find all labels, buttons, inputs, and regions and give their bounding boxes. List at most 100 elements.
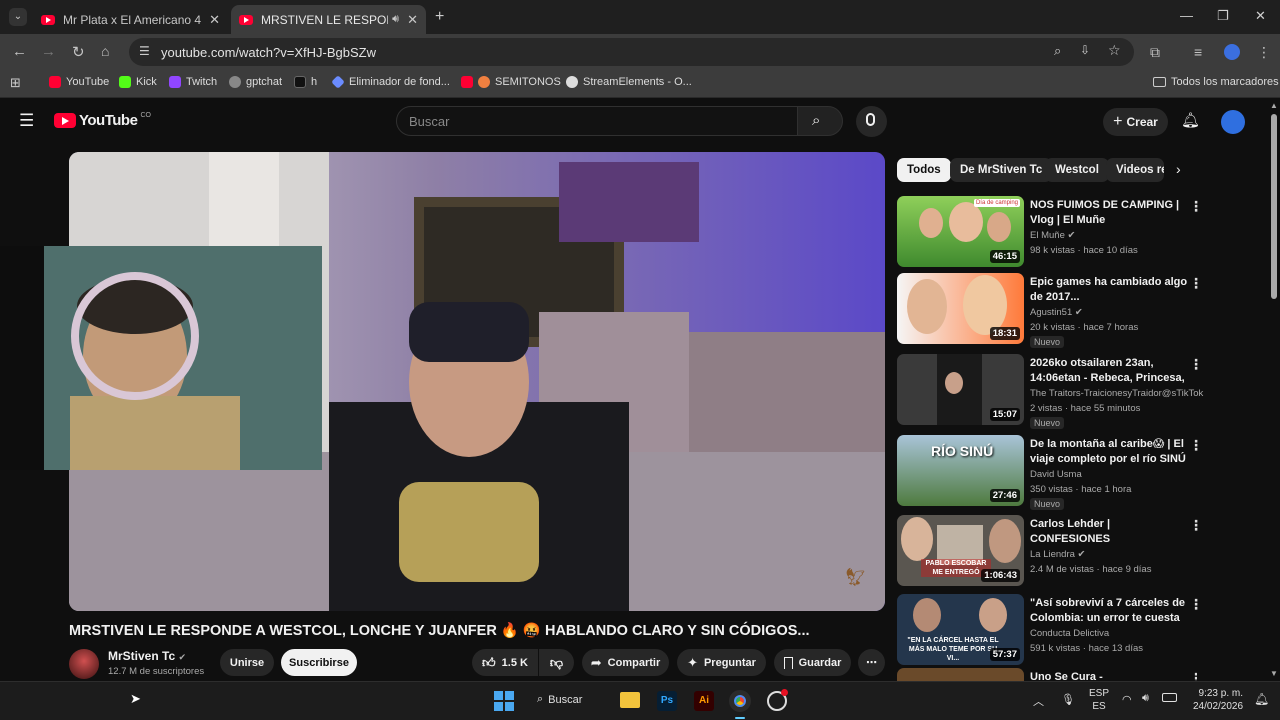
file-explorer-icon[interactable] bbox=[620, 692, 640, 708]
chrome-icon[interactable] bbox=[729, 690, 751, 712]
language-indicator[interactable]: ESP ES bbox=[1089, 687, 1109, 713]
speaker-icon[interactable]: 🔊︎ bbox=[392, 13, 399, 26]
tab-mrstiven[interactable]: MRSTIVEN LE RESPONDE A 🔊︎ ✕ bbox=[231, 5, 426, 34]
share-button[interactable]: ➦ Compartir bbox=[582, 649, 669, 676]
new-tab-button[interactable]: + bbox=[435, 8, 444, 26]
chevron-right-icon[interactable]: › bbox=[1176, 161, 1181, 177]
close-tab-icon[interactable]: ✕ bbox=[209, 12, 220, 28]
recommendation-channel[interactable]: El Muñe ✔︎ bbox=[1030, 230, 1075, 241]
recommendation-channel[interactable]: The Traitors-TraicionesyTraidor@sTikTok bbox=[1030, 388, 1203, 399]
video-thumbnail[interactable] bbox=[897, 668, 1024, 681]
close-window-icon[interactable]: ✕ bbox=[1255, 8, 1266, 24]
taskbar-search[interactable]: ⌕ Buscar bbox=[537, 693, 582, 706]
youtube-logo[interactable]: YouTube CO bbox=[54, 112, 151, 129]
more-actions-icon[interactable]: ⋮ bbox=[1189, 596, 1203, 613]
search-button[interactable]: ⌕ bbox=[797, 106, 843, 136]
chip-videos-relacionados[interactable]: Videos re bbox=[1106, 158, 1164, 182]
media-control-icon[interactable]: ≡ bbox=[1194, 44, 1202, 60]
dislike-button[interactable]: 👎︎ bbox=[539, 649, 574, 676]
recommendation-title[interactable]: De la montaña al caribe😱 | El viaje comp… bbox=[1030, 437, 1190, 466]
recommendation-channel[interactable]: Conducta Delictiva bbox=[1030, 628, 1109, 639]
recommendation-item[interactable]: 15:07 2026ko otsailaren 23an, 14:06etan … bbox=[897, 354, 1203, 429]
recommendation-item[interactable]: RÍO SINÚ 27:46 De la montaña al caribe😱 … bbox=[897, 435, 1203, 510]
install-app-icon[interactable]: ⇩ bbox=[1080, 43, 1090, 57]
search-input[interactable]: Buscar bbox=[396, 106, 798, 136]
bookmark-gptchat[interactable]: gptchat bbox=[229, 76, 282, 88]
chip-de-mrstiven[interactable]: De MrStiven Tc bbox=[950, 158, 1053, 182]
clock[interactable]: 9:23 p. m. 24/02/2026 bbox=[1193, 687, 1243, 713]
more-actions-icon[interactable]: ⋮ bbox=[1189, 198, 1203, 215]
recommendation-title[interactable]: NOS FUIMOS DE CAMPING | Vlog | El Muñe bbox=[1030, 198, 1190, 227]
more-actions-icon[interactable]: ⋮ bbox=[1189, 517, 1203, 534]
recommendation-item[interactable]: PABLO ESCOBAR ME ENTREGÓ 1:06:43 Carlos … bbox=[897, 515, 1203, 589]
guide-menu-icon[interactable]: ☰ bbox=[19, 111, 34, 131]
recommendation-title[interactable]: Epic games ha cambiado algo de 2017... bbox=[1030, 275, 1190, 304]
bookmark-streamelements[interactable]: StreamElements - O... bbox=[566, 76, 692, 88]
recommendation-title[interactable]: Uno Se Cura - bbox=[1030, 670, 1190, 681]
bookmark-semitonos[interactable]: SEMITONOS bbox=[461, 76, 561, 88]
recommendation-item[interactable]: "EN LA CÁRCEL HASTA EL MÁS MALO TEME POR… bbox=[897, 594, 1203, 668]
scroll-up-arrow-icon[interactable]: ▲ bbox=[1270, 101, 1278, 110]
address-bar[interactable]: ☰ youtube.com/watch?v=XfHJ-BgbSZw ⌕ ⇩ ☆ bbox=[129, 38, 1134, 66]
recommendation-title[interactable]: "Así sobreviví a 7 cárceles de Colombia:… bbox=[1030, 596, 1190, 625]
channel-name[interactable]: MrStiven Tc ✔︎ bbox=[108, 649, 186, 663]
account-avatar[interactable] bbox=[1221, 110, 1245, 134]
apps-icon[interactable]: ⊞ bbox=[10, 75, 21, 91]
photoshop-icon[interactable]: Ps bbox=[657, 691, 677, 711]
site-info-icon[interactable]: ☰ bbox=[139, 44, 150, 58]
home-icon[interactable]: ⌂ bbox=[101, 43, 109, 59]
video-thumbnail[interactable]: 15:07 bbox=[897, 354, 1024, 425]
join-button[interactable]: Unirse bbox=[220, 649, 274, 676]
bookmark-h[interactable]: h bbox=[294, 76, 317, 88]
extensions-icon[interactable]: ⧉ bbox=[1150, 44, 1160, 61]
reload-icon[interactable]: ↻ bbox=[72, 43, 85, 61]
notifications-bell-icon[interactable]: 🔔︎ bbox=[1181, 111, 1200, 129]
channel-avatar[interactable] bbox=[69, 649, 99, 679]
more-actions-icon[interactable]: ⋮ bbox=[1189, 356, 1203, 373]
scroll-down-arrow-icon[interactable]: ▼ bbox=[1270, 669, 1278, 678]
forward-icon[interactable]: → bbox=[41, 43, 56, 60]
like-button[interactable]: 👍︎ 1.5 K bbox=[472, 649, 538, 676]
recommendation-item[interactable]: Uno Se Cura - ⋮ bbox=[897, 668, 1197, 681]
back-icon[interactable]: ← bbox=[12, 43, 27, 60]
create-button[interactable]: + Crear bbox=[1103, 108, 1168, 136]
video-thumbnail[interactable]: Día de camping 46:15 bbox=[897, 196, 1024, 267]
bookmark-eliminador[interactable]: Eliminador de fond... bbox=[331, 75, 450, 89]
bookmark-twitch[interactable]: Twitch bbox=[169, 76, 217, 88]
recommendation-channel[interactable]: David Usma bbox=[1030, 469, 1082, 480]
recommendation-channel[interactable]: La Liendra ✔︎ bbox=[1030, 549, 1086, 560]
more-actions-icon[interactable]: ⋮ bbox=[1189, 670, 1197, 681]
voice-search-button[interactable] bbox=[856, 106, 887, 137]
zoom-icon[interactable]: ⌕ bbox=[1054, 43, 1061, 59]
microphone-tray-icon[interactable]: 🎙︎ bbox=[1061, 693, 1075, 706]
minimize-icon[interactable]: — bbox=[1180, 8, 1193, 23]
chrome-menu-icon[interactable]: ⋮ bbox=[1257, 44, 1271, 61]
recommendation-title[interactable]: 2026ko otsailaren 23an, 14:06etan - Rebe… bbox=[1030, 356, 1190, 385]
bookmark-youtube[interactable]: YouTube bbox=[49, 76, 109, 88]
tray-chevron-icon[interactable]: ︿ bbox=[1033, 693, 1044, 709]
video-thumbnail[interactable]: RÍO SINÚ 27:46 bbox=[897, 435, 1024, 506]
notifications-icon[interactable]: 🔔︎ bbox=[1254, 692, 1269, 706]
restore-icon[interactable]: ❐ bbox=[1217, 8, 1229, 24]
recommendation-title[interactable]: Carlos Lehder | CONFESIONES bbox=[1030, 517, 1190, 546]
save-button[interactable]: Guardar bbox=[774, 649, 851, 676]
tab-search-button[interactable]: ⌄ bbox=[9, 8, 27, 26]
recommendation-channel[interactable]: Agustin51 ✔︎ bbox=[1030, 307, 1083, 318]
more-actions-button[interactable]: ⋯ bbox=[858, 649, 885, 676]
volume-icon[interactable]: 🔊︎ bbox=[1142, 692, 1149, 705]
bookmark-star-icon[interactable]: ☆ bbox=[1108, 42, 1121, 59]
close-tab-icon[interactable]: ✕ bbox=[407, 12, 418, 28]
all-bookmarks[interactable]: Todos los marcadores bbox=[1153, 76, 1279, 88]
more-actions-icon[interactable]: ⋮ bbox=[1189, 275, 1203, 292]
subscribe-button[interactable]: Suscribirse bbox=[281, 649, 357, 676]
tab-mr-plata[interactable]: Mr Plata x El Americano 4KT - L ✕ bbox=[33, 5, 228, 34]
scrollbar-thumb[interactable] bbox=[1271, 114, 1277, 299]
video-thumbnail[interactable]: PABLO ESCOBAR ME ENTREGÓ 1:06:43 bbox=[897, 515, 1024, 586]
more-actions-icon[interactable]: ⋮ bbox=[1189, 437, 1203, 454]
ask-button[interactable]: ✦ Preguntar bbox=[677, 649, 766, 676]
video-thumbnail[interactable]: "EN LA CÁRCEL HASTA EL MÁS MALO TEME POR… bbox=[897, 594, 1024, 665]
bookmark-kick[interactable]: Kick bbox=[119, 76, 157, 88]
video-thumbnail[interactable]: 18:31 bbox=[897, 273, 1024, 344]
chip-todos[interactable]: Todos bbox=[897, 158, 951, 182]
battery-icon[interactable] bbox=[1162, 693, 1177, 702]
